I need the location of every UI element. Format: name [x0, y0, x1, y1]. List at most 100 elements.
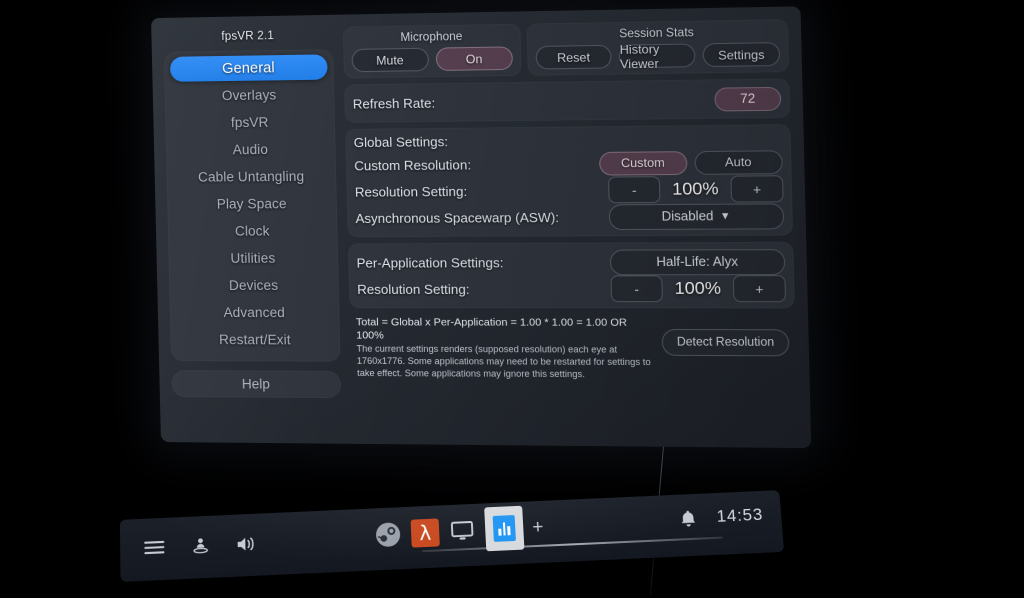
- total-line: Total = Global x Per-Application = 1.00 …: [355, 316, 628, 342]
- global-resolution-decrease-button[interactable]: -: [607, 176, 661, 204]
- detect-resolution-label: Detect Resolution: [676, 336, 775, 349]
- chart-glyph: [492, 515, 516, 542]
- sidebar: fpsVR 2.1 General Overlays fpsVR Audio C…: [163, 25, 342, 436]
- per-application-resolution-row: Resolution Setting: - 100% +: [357, 275, 787, 303]
- sidebar-item-general[interactable]: General: [169, 54, 328, 82]
- session-reset-label: Reset: [556, 49, 591, 65]
- user-icon[interactable]: [188, 534, 213, 559]
- sidebar-item-label: Advanced: [223, 305, 286, 321]
- custom-mode-label: Custom: [620, 155, 665, 171]
- history-viewer-button[interactable]: History Viewer: [618, 41, 696, 71]
- per-application-card: Per-Application Settings: Half-Life: Aly…: [347, 241, 795, 309]
- mic-mute-label: Mute: [376, 52, 404, 68]
- per-application-resolution-label: Resolution Setting:: [357, 281, 470, 297]
- microphone-buttons: Mute On: [351, 46, 514, 73]
- halflife-icon[interactable]: λ: [410, 518, 440, 548]
- settings-content: Microphone Mute On Session Stats Reset H…: [342, 17, 798, 440]
- per-application-resolution-decrease-button[interactable]: -: [610, 275, 663, 303]
- plus-label: +: [752, 181, 762, 197]
- microphone-header: Microphone: [400, 30, 463, 45]
- asw-label: Asynchronous Spacewarp (ASW):: [355, 209, 560, 226]
- global-settings-header: Global Settings:: [353, 133, 449, 151]
- per-application-selector[interactable]: Half-Life: Alyx: [609, 248, 786, 275]
- sidebar-item-devices[interactable]: Devices: [175, 273, 333, 298]
- per-application-resolution-stepper: - 100% +: [610, 275, 787, 303]
- session-reset-button[interactable]: Reset: [535, 44, 612, 70]
- fpsvr-settings-panel: fpsVR 2.1 General Overlays fpsVR Audio C…: [151, 6, 812, 449]
- sidebar-item-fpsvr[interactable]: fpsVR: [171, 109, 329, 136]
- taskbar-clock: 14:53: [715, 504, 764, 526]
- info-text: Total = Global x Per-Application = 1.00 …: [356, 316, 653, 381]
- sidebar-item-play-space[interactable]: Play Space: [173, 191, 331, 217]
- sidebar-item-label: Audio: [232, 141, 269, 158]
- steam-icon[interactable]: [374, 520, 403, 549]
- per-application-app-name: Half-Life: Alyx: [656, 254, 739, 270]
- history-viewer-label: History Viewer: [619, 41, 660, 71]
- session-stats-card: Session Stats Reset History Viewer Setti…: [526, 19, 790, 76]
- minus-label: -: [631, 182, 637, 198]
- per-application-header: Per-Application Settings:: [356, 254, 504, 271]
- chevron-down-icon: ▼: [719, 210, 731, 222]
- sidebar-item-advanced[interactable]: Advanced: [176, 300, 334, 325]
- vr-scene: fpsVR 2.1 General Overlays fpsVR Audio C…: [0, 0, 1024, 598]
- info-card: Total = Global x Per-Application = 1.00 …: [350, 314, 797, 384]
- help-button[interactable]: Help: [171, 370, 342, 399]
- detail-line: The current settings renders (supposed r…: [356, 343, 651, 379]
- global-resolution-increase-button[interactable]: +: [730, 175, 784, 203]
- per-application-resolution-value: 100%: [674, 278, 722, 299]
- sidebar-nav-list: General Overlays fpsVR Audio Cable Untan…: [163, 49, 341, 362]
- refresh-rate-value[interactable]: 72: [714, 86, 782, 111]
- global-resolution-label: Resolution Setting:: [354, 183, 468, 200]
- sidebar-item-label: Restart/Exit: [218, 332, 291, 348]
- sidebar-item-label: Play Space: [216, 196, 287, 212]
- top-controls-row: Microphone Mute On Session Stats Reset H…: [342, 19, 790, 79]
- fpsvr-icon[interactable]: [484, 505, 525, 552]
- session-settings-button[interactable]: Settings: [702, 42, 781, 68]
- asw-dropdown[interactable]: Disabled ▼: [608, 202, 785, 230]
- asw-row: Asynchronous Spacewarp (ASW): Disabled ▼: [355, 202, 785, 231]
- auto-mode-label: Auto: [724, 154, 752, 170]
- sidebar-item-label: Utilities: [230, 250, 276, 266]
- refresh-rate-label: Refresh Rate:: [352, 94, 436, 112]
- sidebar-item-label: Cable Untangling: [197, 168, 305, 185]
- sidebar-item-label: Clock: [234, 223, 270, 239]
- global-settings-card: Global Settings: Custom Resolution: Cust…: [345, 124, 794, 238]
- desktop-icon[interactable]: [448, 517, 477, 546]
- sidebar-item-cable-untangling[interactable]: Cable Untangling: [172, 164, 330, 190]
- auto-mode-button[interactable]: Auto: [693, 149, 783, 175]
- add-label: +: [531, 516, 545, 539]
- resolution-mode-buttons: Custom Auto: [598, 149, 783, 176]
- mic-on-button[interactable]: On: [435, 46, 514, 71]
- bell-icon[interactable]: [676, 506, 702, 531]
- sidebar-item-restart-exit[interactable]: Restart/Exit: [176, 327, 334, 353]
- sidebar-item-label: General: [221, 59, 275, 77]
- lambda-glyph: λ: [418, 520, 432, 546]
- taskbar-right-group: 14:53: [676, 503, 764, 531]
- sidebar-item-clock[interactable]: Clock: [174, 218, 332, 244]
- global-resolution-row: Resolution Setting: - 100% +: [355, 175, 784, 205]
- detect-resolution-button[interactable]: Detect Resolution: [661, 328, 790, 357]
- help-label: Help: [241, 376, 271, 392]
- app-title: fpsVR 2.1: [221, 30, 275, 43]
- vr-taskbar: λ + 14:53: [119, 490, 785, 582]
- menu-icon[interactable]: [142, 536, 166, 561]
- volume-icon[interactable]: [234, 532, 259, 557]
- sidebar-item-audio[interactable]: Audio: [172, 136, 330, 163]
- per-application-row: Per-Application Settings: Half-Life: Aly…: [356, 248, 786, 276]
- session-settings-label: Settings: [717, 47, 765, 63]
- mic-on-label: On: [465, 51, 483, 66]
- sidebar-item-utilities[interactable]: Utilities: [174, 245, 332, 271]
- per-application-resolution-increase-button[interactable]: +: [732, 275, 787, 303]
- custom-mode-button[interactable]: Custom: [598, 150, 687, 176]
- asw-value: Disabled: [661, 208, 714, 224]
- custom-resolution-row: Custom Resolution: Custom Auto: [354, 148, 783, 178]
- sidebar-item-overlays[interactable]: Overlays: [171, 82, 329, 109]
- add-icon[interactable]: +: [532, 517, 544, 539]
- mic-mute-button[interactable]: Mute: [351, 47, 429, 73]
- refresh-rate-row: Refresh Rate: 72: [352, 85, 782, 117]
- custom-resolution-label: Custom Resolution:: [354, 156, 472, 173]
- session-stats-header: Session Stats: [619, 26, 694, 41]
